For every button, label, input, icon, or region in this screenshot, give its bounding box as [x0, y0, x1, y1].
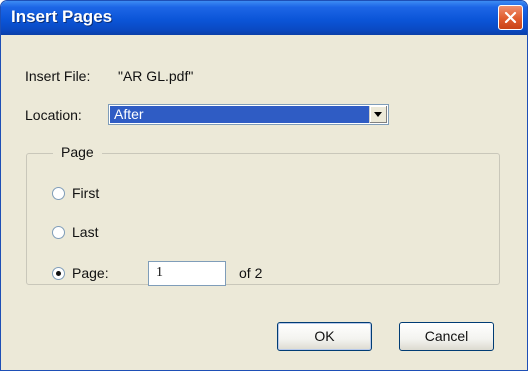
page-total-label: of 2 — [239, 265, 263, 281]
page-radio[interactable] — [52, 267, 65, 280]
dialog-title: Insert Pages — [11, 7, 113, 26]
last-radio-label[interactable]: Last — [72, 224, 98, 240]
first-radio-label[interactable]: First — [72, 185, 99, 201]
page-group-title: Page — [53, 144, 102, 160]
page-radio-label[interactable]: Page: — [72, 265, 109, 281]
location-select[interactable]: After — [108, 104, 389, 125]
close-button[interactable] — [498, 5, 523, 30]
insert-file-label: Insert File: — [25, 68, 91, 84]
first-radio[interactable] — [52, 187, 65, 200]
chevron-down-icon — [374, 112, 382, 117]
ok-button[interactable]: OK — [277, 322, 372, 351]
location-label: Location: — [25, 107, 82, 123]
last-radio[interactable] — [52, 226, 65, 239]
location-selected-value: After — [110, 106, 369, 123]
cancel-button[interactable]: Cancel — [399, 322, 494, 351]
title-bar[interactable]: Insert Pages — [1, 1, 527, 35]
page-number-input[interactable]: 1 — [148, 261, 226, 286]
close-x-icon — [504, 11, 517, 24]
insert-pages-dialog: Insert Pages Insert File: "AR GL.pdf" Lo… — [0, 0, 528, 371]
insert-file-value: "AR GL.pdf" — [118, 68, 194, 84]
location-dropdown-button[interactable] — [369, 106, 387, 123]
